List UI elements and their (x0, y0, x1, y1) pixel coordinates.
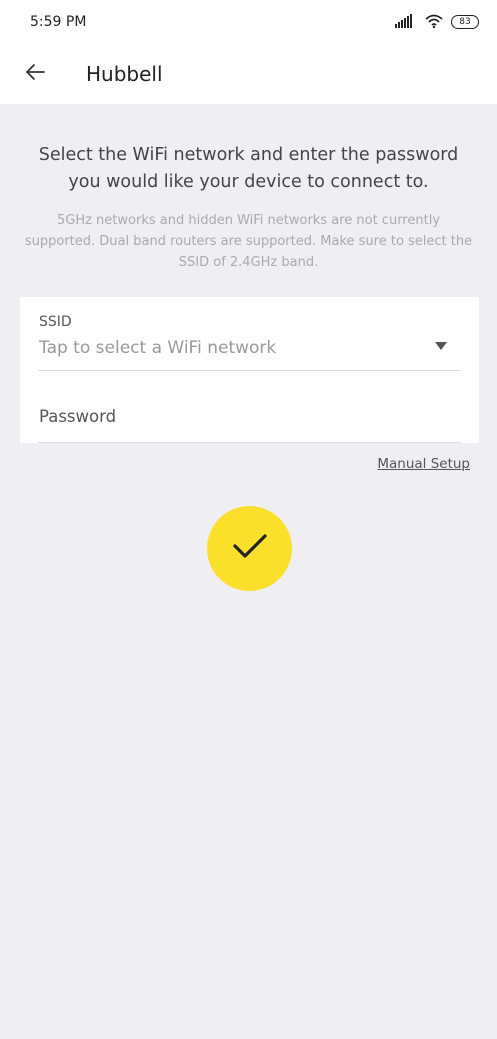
intro-title: Select the WiFi network and enter the pa… (38, 145, 459, 192)
status-time: 5:59 PM (30, 14, 87, 30)
ssid-label: SSID (39, 314, 72, 330)
password-field[interactable] (38, 401, 461, 443)
manual-setup-link[interactable]: Manual Setup (377, 456, 470, 472)
status-icons: 83 (395, 13, 479, 32)
check-icon (232, 533, 268, 564)
battery-icon: 83 (451, 15, 479, 29)
intro-note: 5GHz networks and hidden WiFi networks a… (24, 213, 473, 270)
status-bar: 5:59 PM 83 (0, 0, 497, 44)
wifi-form: SSID Tap to select a WiFi network (20, 297, 479, 443)
intro-section: Select the WiFi network and enter the pa… (20, 142, 477, 273)
app-header: Hubbell (0, 44, 497, 104)
confirm-button[interactable] (207, 506, 292, 591)
back-button[interactable] (0, 44, 70, 104)
wifi-icon (425, 13, 443, 32)
signal-icon (395, 13, 417, 32)
ssid-placeholder: Tap to select a WiFi network (39, 338, 277, 358)
page-title: Hubbell (86, 62, 163, 86)
back-arrow-icon (25, 63, 45, 85)
dropdown-triangle-icon (435, 342, 447, 350)
ssid-select[interactable]: SSID Tap to select a WiFi network (38, 297, 461, 371)
